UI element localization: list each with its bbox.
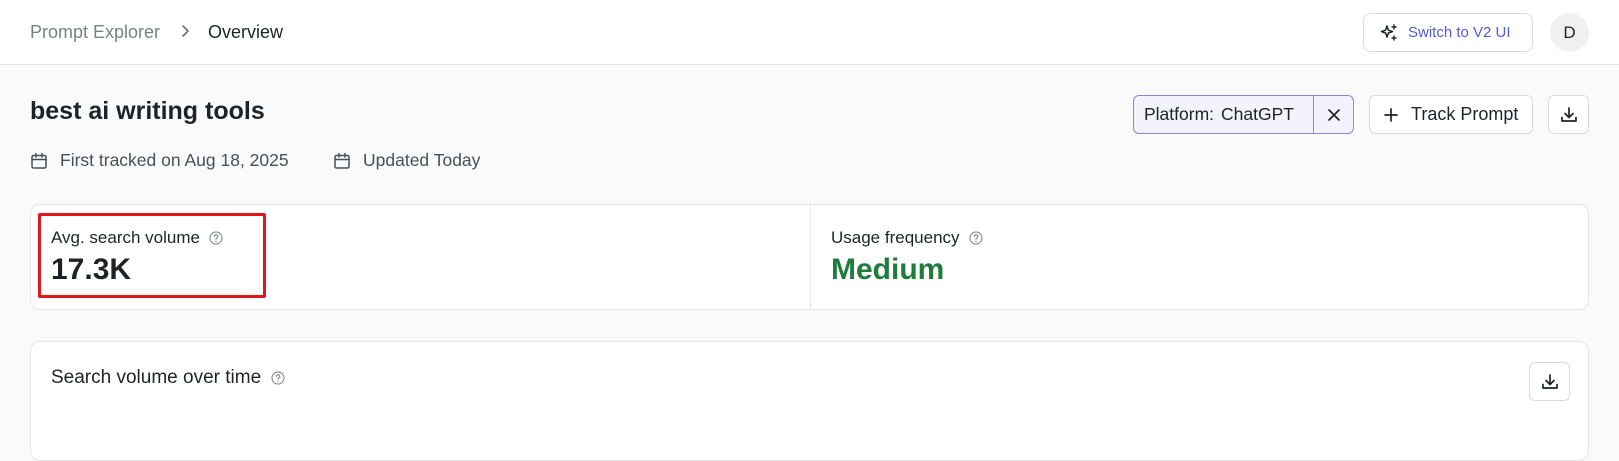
close-icon <box>1327 108 1340 121</box>
usage-frequency-label-text: Usage frequency <box>831 228 960 247</box>
metrics-divider <box>810 204 811 310</box>
search-volume-card <box>30 341 1589 461</box>
first-tracked-text: First tracked on Aug 18, 2025 <box>60 150 289 170</box>
platform-filter-chip[interactable]: Platform: ChatGPT <box>1133 95 1354 134</box>
track-prompt-label: Track Prompt <box>1411 104 1519 124</box>
usage-frequency-label: Usage frequency <box>831 228 983 248</box>
breadcrumb-root[interactable]: Prompt Explorer <box>30 22 160 43</box>
search-volume-title-text: Search volume over time <box>51 367 262 388</box>
avatar[interactable]: D <box>1550 13 1589 52</box>
download-button[interactable] <box>1548 95 1589 134</box>
page-title: best ai writing tools <box>30 97 265 125</box>
search-volume-title: Search volume over time <box>51 367 285 389</box>
download-icon <box>1541 373 1558 389</box>
plus-icon <box>1384 107 1398 122</box>
help-circle-icon[interactable] <box>968 231 983 245</box>
switch-ui-label: Switch to V2 UI <box>1408 24 1511 41</box>
platform-filter-text[interactable]: Platform: ChatGPT <box>1134 96 1314 133</box>
usage-frequency-value: Medium <box>831 253 945 286</box>
remove-platform-button[interactable] <box>1314 96 1353 133</box>
help-circle-icon[interactable] <box>271 371 285 385</box>
first-tracked-meta: First tracked on Aug 18, 2025 <box>30 150 289 171</box>
track-prompt-button[interactable]: Track Prompt <box>1369 95 1533 134</box>
chevron-right-icon <box>182 25 189 37</box>
breadcrumb-current: Overview <box>208 22 284 42</box>
calendar-icon <box>334 152 350 169</box>
platform-label: Platform: <box>1144 104 1215 124</box>
switch-ui-button[interactable]: Switch to V2 UI <box>1363 13 1533 52</box>
download-icon <box>1560 106 1577 122</box>
chart-download-button[interactable] <box>1529 362 1570 401</box>
updated-text: Updated Today <box>363 150 481 170</box>
platform-value: ChatGPT <box>1221 104 1294 124</box>
updated-meta: Updated Today <box>333 150 480 171</box>
highlight-box <box>38 213 266 298</box>
calendar-icon <box>31 152 47 169</box>
sparkles-icon <box>1380 23 1397 41</box>
